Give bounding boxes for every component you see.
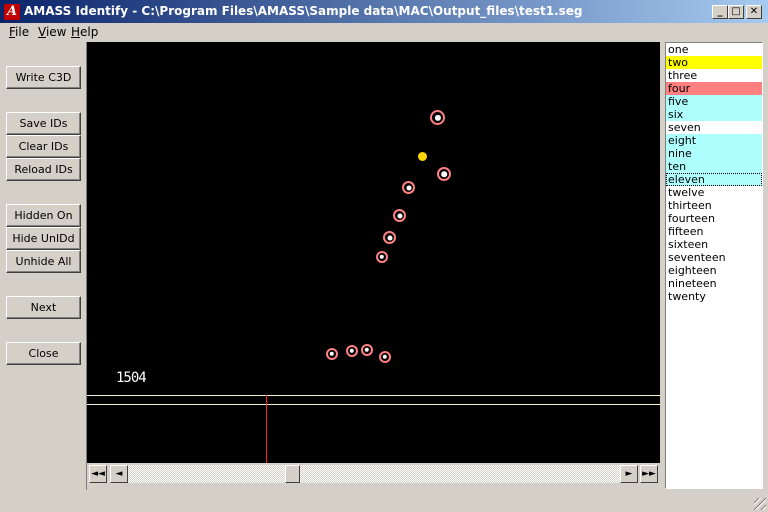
- marker[interactable]: [402, 181, 415, 194]
- prev-frame-button[interactable]: ◄: [110, 465, 128, 483]
- app-icon: A: [4, 4, 20, 20]
- close-window-button[interactable]: ✕: [746, 5, 762, 19]
- menu-help[interactable]: Help: [71, 25, 98, 39]
- frame-number: 1504: [116, 370, 147, 386]
- list-item[interactable]: eight: [666, 134, 762, 147]
- list-item[interactable]: three: [666, 69, 762, 82]
- list-item[interactable]: seventeen: [666, 251, 762, 264]
- save-ids-button[interactable]: Save IDs: [6, 112, 81, 135]
- list-item[interactable]: four: [666, 82, 762, 95]
- maximize-button[interactable]: □: [728, 5, 744, 19]
- list-item[interactable]: nine: [666, 147, 762, 160]
- next-frame-button[interactable]: ►: [620, 465, 638, 483]
- window-title: AMASS Identify - C:\Program Files\AMASS\…: [24, 4, 583, 18]
- list-item[interactable]: seven: [666, 121, 762, 134]
- scroll-thumb[interactable]: [285, 465, 301, 483]
- title-bar[interactable]: A AMASS Identify - C:\Program Files\AMAS…: [0, 0, 768, 23]
- marker[interactable]: [326, 348, 338, 360]
- menu-file[interactable]: File: [9, 25, 29, 39]
- list-item[interactable]: nineteen: [666, 277, 762, 290]
- clear-ids-button[interactable]: Clear IDs: [6, 135, 81, 158]
- first-frame-button[interactable]: ◄◄: [89, 465, 107, 483]
- list-item[interactable]: thirteen: [666, 199, 762, 212]
- marker[interactable]: [346, 345, 358, 357]
- marker[interactable]: [393, 209, 406, 222]
- list-item[interactable]: sixteen: [666, 238, 762, 251]
- menu-bar: File View Help: [0, 23, 768, 42]
- list-item[interactable]: fourteen: [666, 212, 762, 225]
- list-item[interactable]: one: [666, 43, 762, 56]
- marker-id-list[interactable]: one two three four five six seven eight nine ten e…: [665, 42, 763, 489]
- unhide-all-button[interactable]: Unhide All: [6, 250, 81, 273]
- timeline-line-top: [87, 395, 660, 396]
- last-frame-button[interactable]: ►►: [640, 465, 658, 483]
- list-item[interactable]: ten: [666, 160, 762, 173]
- selected-marker[interactable]: [418, 152, 427, 161]
- list-item[interactable]: eleven: [666, 173, 762, 186]
- time-cursor[interactable]: [266, 395, 267, 463]
- list-item[interactable]: five: [666, 95, 762, 108]
- next-button[interactable]: Next: [6, 296, 81, 319]
- marker[interactable]: [430, 110, 445, 125]
- close-button[interactable]: Close: [6, 342, 81, 365]
- frame-scrollbar[interactable]: ◄◄ ◄ ► ►►: [87, 463, 660, 485]
- list-item[interactable]: eighteen: [666, 264, 762, 277]
- list-item[interactable]: twenty: [666, 290, 762, 303]
- minimize-button[interactable]: _: [712, 5, 728, 19]
- marker-viewport[interactable]: 1504: [87, 42, 660, 463]
- marker[interactable]: [437, 167, 451, 181]
- menu-view[interactable]: View: [38, 25, 66, 39]
- hidden-on-button[interactable]: Hidden On: [6, 204, 81, 227]
- list-item[interactable]: six: [666, 108, 762, 121]
- list-item[interactable]: two: [666, 56, 762, 69]
- reload-ids-button[interactable]: Reload IDs: [6, 158, 81, 181]
- scroll-track[interactable]: [128, 465, 620, 483]
- hide-unidd-button[interactable]: Hide UnIDd: [6, 227, 81, 250]
- marker[interactable]: [379, 351, 391, 363]
- list-item[interactable]: fifteen: [666, 225, 762, 238]
- resize-grip-icon[interactable]: [754, 498, 766, 510]
- timeline-line-bottom: [87, 404, 660, 405]
- write-c3d-button[interactable]: Write C3D: [6, 66, 81, 89]
- marker[interactable]: [383, 231, 396, 244]
- marker[interactable]: [361, 344, 373, 356]
- list-item[interactable]: twelve: [666, 186, 762, 199]
- marker[interactable]: [376, 251, 388, 263]
